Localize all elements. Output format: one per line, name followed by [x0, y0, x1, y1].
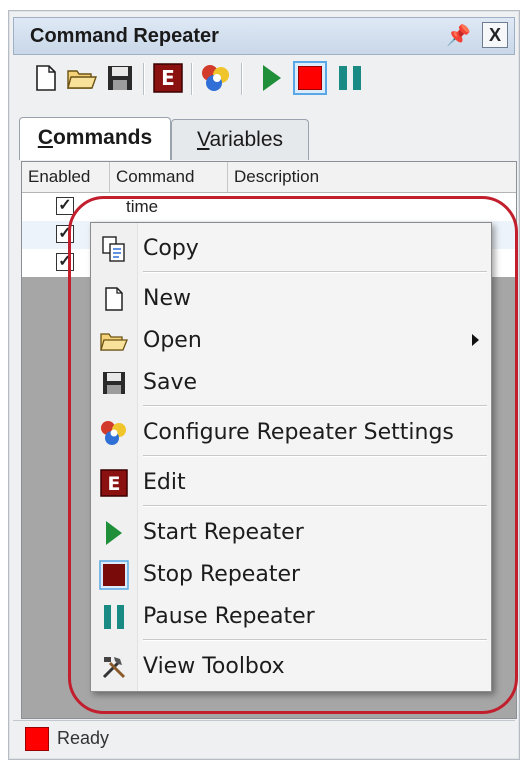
menu-item-save[interactable]: Save: [91, 363, 491, 403]
configure-settings-icon: [99, 418, 129, 448]
tab-variables[interactable]: Variables: [171, 119, 309, 160]
pause-icon[interactable]: [333, 61, 367, 95]
command-cell: time: [126, 197, 159, 216]
menu-item-open[interactable]: Open: [91, 321, 491, 361]
menu-separator: [143, 639, 487, 640]
toolbar-separator: [191, 63, 192, 95]
column-header-command[interactable]: Command: [110, 162, 228, 192]
play-icon[interactable]: [255, 61, 289, 95]
menu-item-new[interactable]: New: [91, 279, 491, 319]
copy-icon: [99, 234, 129, 264]
table-row[interactable]: ✓ time: [22, 193, 516, 221]
menu-separator: [143, 505, 487, 506]
column-header-enabled[interactable]: Enabled: [22, 162, 110, 192]
save-disk-icon: [99, 368, 129, 398]
toolbar-separator: [241, 63, 242, 95]
status-bar: Ready: [13, 720, 515, 755]
edit-e-icon: E: [99, 468, 129, 498]
toolbar-separator: [143, 63, 144, 95]
close-icon[interactable]: X: [482, 22, 508, 48]
enabled-checkbox[interactable]: ✓: [56, 225, 74, 243]
status-indicator: [25, 727, 49, 751]
context-menu: Copy New Open Save Configure Repeater Se…: [90, 222, 492, 692]
toolbox-icon: [99, 652, 129, 682]
window-title: Command Repeater: [30, 25, 219, 47]
status-text: Ready: [57, 728, 110, 748]
menu-separator: [143, 455, 487, 456]
grid-header: Enabled Command Description: [22, 162, 516, 193]
enabled-checkbox[interactable]: ✓: [56, 197, 74, 215]
pin-icon[interactable]: 📌: [446, 24, 471, 48]
svg-text:E: E: [108, 473, 121, 495]
svg-text:E: E: [161, 66, 175, 90]
menu-item-start-repeater[interactable]: Start Repeater: [91, 513, 491, 553]
menu-item-edit[interactable]: E Edit: [91, 463, 491, 503]
title-bar: Command Repeater 📌 X: [13, 17, 515, 55]
tab-commands[interactable]: Commands: [19, 117, 171, 160]
edit-e-icon[interactable]: E: [151, 61, 185, 95]
configure-settings-icon[interactable]: [199, 61, 233, 95]
menu-separator: [143, 405, 487, 406]
new-document-icon[interactable]: [29, 61, 63, 95]
menu-separator: [143, 271, 487, 272]
play-icon: [99, 518, 129, 548]
menu-item-view-toolbox[interactable]: View Toolbox: [91, 647, 491, 687]
enabled-checkbox[interactable]: ✓: [56, 253, 74, 271]
save-disk-icon[interactable]: [103, 61, 137, 95]
menu-item-configure-repeater-settings[interactable]: Configure Repeater Settings: [91, 413, 491, 453]
open-folder-icon[interactable]: [65, 61, 99, 95]
menu-item-copy[interactable]: Copy: [91, 229, 491, 269]
new-document-icon: [99, 284, 129, 314]
column-header-description[interactable]: Description: [228, 162, 516, 192]
submenu-arrow-icon: [472, 334, 479, 346]
stop-icon[interactable]: [293, 61, 327, 95]
tab-strip: Commands Variables: [19, 117, 509, 163]
open-folder-icon: [99, 326, 129, 356]
stop-icon: [99, 560, 129, 590]
toolbar: E: [19, 61, 509, 101]
menu-item-stop-repeater[interactable]: Stop Repeater: [91, 555, 491, 595]
pause-icon: [99, 602, 129, 632]
menu-item-pause-repeater[interactable]: Pause Repeater: [91, 597, 491, 637]
